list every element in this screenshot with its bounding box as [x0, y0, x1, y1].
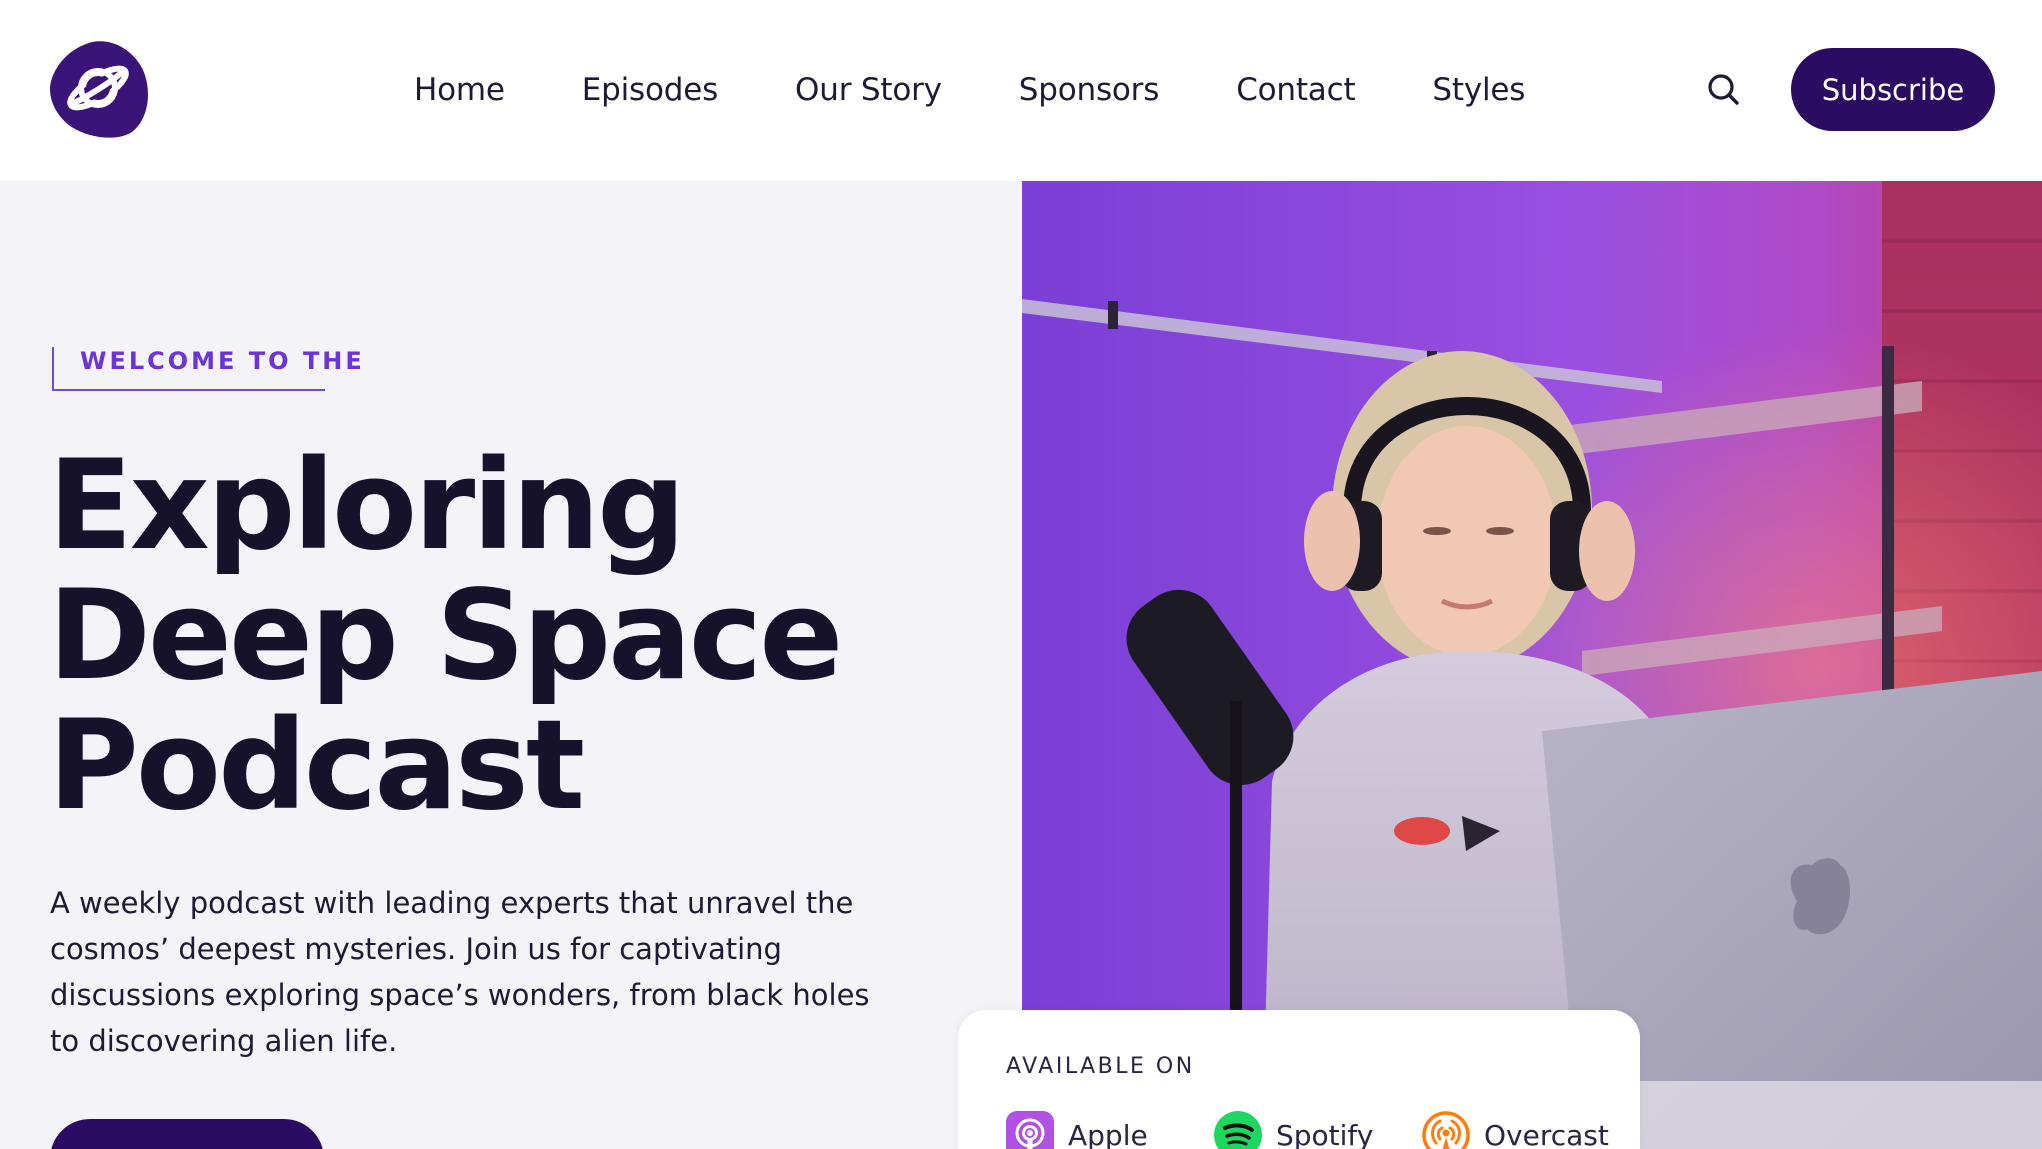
- hero-headline: Exploring Deep Space Podcast: [48, 441, 948, 831]
- eyebrow-text: WELCOME TO THE: [80, 347, 365, 375]
- overcast-icon: [1422, 1111, 1470, 1149]
- platform-spotify[interactable]: Spotify: [1214, 1111, 1373, 1149]
- site-header: Home Episodes Our Story Sponsors Contact…: [0, 0, 2042, 181]
- nav-styles[interactable]: Styles: [1432, 72, 1525, 108]
- headline-line-3: Podcast: [48, 694, 585, 838]
- nav-episodes[interactable]: Episodes: [582, 72, 718, 108]
- hero-text-panel: WELCOME TO THE Exploring Deep Space Podc…: [0, 181, 1022, 1149]
- hero-photo: [1022, 181, 2042, 1149]
- headline-line-1: Exploring: [48, 434, 686, 578]
- available-on-title: AVAILABLE ON: [1006, 1054, 1195, 1079]
- eyebrow-label: WELCOME TO THE: [52, 347, 362, 391]
- nav-sponsors[interactable]: Sponsors: [1019, 72, 1160, 108]
- nav-contact[interactable]: Contact: [1236, 72, 1355, 108]
- search-icon[interactable]: [1704, 70, 1744, 110]
- spotify-icon: [1214, 1111, 1262, 1149]
- cta-button[interactable]: [50, 1119, 324, 1149]
- platform-label: Overcast: [1484, 1118, 1609, 1149]
- headline-line-2: Deep Space: [48, 564, 843, 708]
- available-on-card: AVAILABLE ON Apple Spotify Overcast: [958, 1010, 1640, 1149]
- nav-home[interactable]: Home: [414, 72, 505, 108]
- platform-apple[interactable]: Apple: [1006, 1111, 1148, 1149]
- planet-logo-icon[interactable]: [48, 38, 149, 139]
- apple-podcasts-icon: [1006, 1111, 1054, 1149]
- platform-overcast[interactable]: Overcast: [1422, 1111, 1609, 1149]
- nav-our-story[interactable]: Our Story: [795, 72, 942, 108]
- platform-label: Spotify: [1276, 1118, 1374, 1149]
- main-nav: Home Episodes Our Story Sponsors Contact…: [414, 60, 1525, 120]
- subscribe-button[interactable]: Subscribe: [1791, 48, 1995, 131]
- platform-label: Apple: [1068, 1118, 1148, 1149]
- hero-description: A weekly podcast with leading experts th…: [50, 886, 870, 1058]
